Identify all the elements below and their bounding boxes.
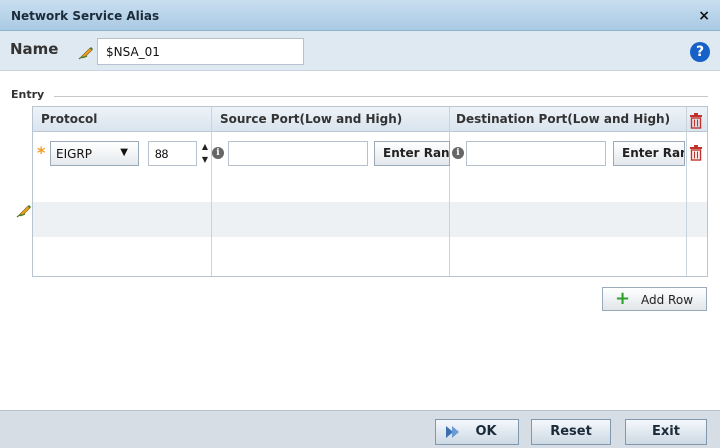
column-header-destination-port: Destination Port(Low and High) (456, 112, 671, 126)
column-header-source-port: Source Port(Low and High) (220, 112, 403, 126)
name-label: Name (10, 40, 59, 58)
stepper-up-icon[interactable]: ▲ (199, 141, 211, 153)
pencil-icon (78, 47, 93, 60)
protocol-number-stepper: ▲ ▼ (199, 141, 211, 166)
column-header-protocol: Protocol (41, 112, 98, 126)
add-row-button[interactable]: + Add Row (602, 287, 707, 311)
column-divider (686, 107, 687, 276)
name-input[interactable] (97, 38, 304, 65)
name-row: Name ? (0, 31, 720, 71)
table-row (33, 202, 707, 237)
dialog-titlebar: Network Service Alias × (0, 0, 720, 31)
reset-button[interactable]: Reset (531, 419, 611, 445)
table-row (33, 167, 707, 202)
table-row (33, 237, 707, 272)
entry-table: Protocol Source Port(Low and High) Desti… (32, 106, 708, 277)
info-icon: i (212, 147, 224, 159)
pencil-icon (16, 205, 31, 218)
protocol-select[interactable]: EIGRP ▼ (50, 141, 139, 166)
ok-arrows-icon (446, 426, 459, 438)
delete-all-trash-icon[interactable] (689, 113, 703, 129)
protocol-number-input[interactable] (148, 141, 197, 166)
dialog-title: Network Service Alias (11, 9, 160, 23)
exit-button[interactable]: Exit (625, 419, 707, 445)
protocol-select-value: EIGRP (56, 147, 92, 161)
column-divider (449, 107, 450, 276)
close-icon[interactable]: × (698, 8, 710, 24)
stepper-down-icon[interactable]: ▼ (199, 154, 211, 166)
entry-divider (54, 96, 708, 97)
required-asterisk-icon: * (37, 143, 46, 162)
source-port-input[interactable] (228, 141, 368, 166)
entry-legend: Entry (11, 88, 45, 101)
dialog-footer: OK Reset Exit (0, 410, 720, 448)
source-enter-range-button[interactable]: Enter Range (374, 141, 450, 166)
add-row-label: Add Row (641, 293, 694, 307)
help-icon[interactable]: ? (690, 42, 710, 62)
ok-label: OK (475, 424, 497, 439)
chevron-down-icon: ▼ (120, 147, 128, 158)
destination-enter-range-button[interactable]: Enter Range (613, 141, 685, 166)
info-icon: i (452, 147, 464, 159)
table-header: Protocol Source Port(Low and High) Desti… (33, 107, 707, 132)
destination-port-input[interactable] (466, 141, 606, 166)
plus-icon: + (615, 288, 631, 309)
column-divider (211, 107, 212, 276)
delete-row-trash-icon[interactable] (689, 145, 703, 161)
ok-button[interactable]: OK (435, 419, 519, 445)
